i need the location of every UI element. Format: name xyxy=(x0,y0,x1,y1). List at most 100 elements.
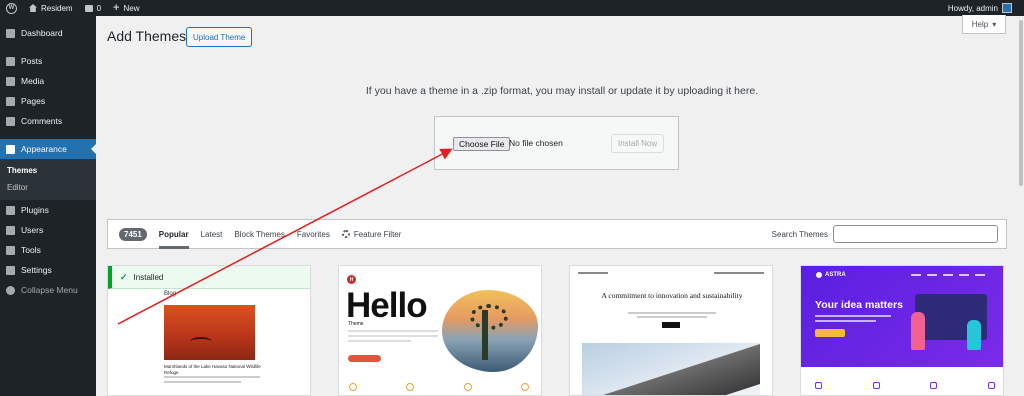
theme-count-badge: 7451 xyxy=(119,227,147,241)
new-content-link[interactable]: + New xyxy=(107,0,145,16)
theme-preview-text-lines xyxy=(815,315,891,325)
sidebar-item-pages[interactable]: Pages xyxy=(0,91,96,111)
theme-card-astra[interactable]: ASTRA Your idea matters xyxy=(800,265,1004,396)
theme-preview-hero: ASTRA Your idea matters xyxy=(801,266,1003,367)
upload-form: Choose File No file chosen Install Now xyxy=(434,116,679,170)
caret-down-icon: ▾ xyxy=(992,19,997,29)
sidebar-item-users[interactable]: Users xyxy=(0,220,96,240)
theme-preview-text-lines xyxy=(164,376,260,386)
comment-bubble-icon xyxy=(84,4,93,12)
install-now-button[interactable]: Install Now xyxy=(611,134,665,153)
comments-link[interactable]: 0 xyxy=(79,0,107,16)
scrollbar-thumb[interactable] xyxy=(1019,20,1023,186)
settings-icon xyxy=(6,265,15,275)
sidebar-item-label: Media xyxy=(21,76,45,86)
sidebar-item-posts[interactable]: Posts xyxy=(0,51,96,71)
sidebar-item-label: Settings xyxy=(21,265,52,275)
checkmark-icon: ✓ xyxy=(120,271,128,282)
sidebar-item-label: Pages xyxy=(21,96,46,106)
sidebar-item-label: Appearance xyxy=(21,144,67,154)
sidebar-item-label: Collapse Menu xyxy=(21,285,78,295)
sidebar-item-settings[interactable]: Settings xyxy=(0,260,96,280)
admin-sidebar: Dashboard Posts Media Pages Comments App… xyxy=(0,16,96,396)
theme-card-installed[interactable]: ✓ Installed Blog Marshlands of the Lake … xyxy=(107,265,311,396)
tab-favorites[interactable]: Favorites xyxy=(297,219,330,249)
sidebar-item-comments[interactable]: Comments xyxy=(0,111,96,131)
page-title: Add Themes xyxy=(107,28,187,44)
site-name-link[interactable]: Residem xyxy=(23,0,79,16)
theme-preview-illustration xyxy=(909,294,989,354)
users-icon xyxy=(6,225,15,235)
sidebar-item-label: Posts xyxy=(21,56,43,66)
theme-preview-cta xyxy=(815,329,845,337)
feature-filter-label: Feature Filter xyxy=(353,229,402,239)
theme-preview-blog-label: Blog xyxy=(164,291,177,297)
astra-logo: ASTRA xyxy=(816,272,846,278)
my-account[interactable]: Howdy, admin xyxy=(948,3,1024,13)
sidebar-item-label: Dashboard xyxy=(21,28,63,38)
site-name: Residem xyxy=(41,3,73,13)
pin-icon xyxy=(6,56,15,66)
help-label: Help xyxy=(971,19,989,29)
theme-preview-image xyxy=(582,343,760,395)
sidebar-item-dashboard[interactable]: Dashboard xyxy=(0,23,96,43)
search-themes-input[interactable] xyxy=(833,225,998,243)
sidebar-item-appearance[interactable]: Appearance xyxy=(0,139,96,159)
theme-card-twenty-twenty-four[interactable]: A commitment to innovation and sustainab… xyxy=(569,265,773,396)
sidebar-item-label: Users xyxy=(21,225,44,235)
wrench-icon xyxy=(6,245,15,255)
menu-separator xyxy=(0,131,96,139)
gear-icon xyxy=(341,230,350,238)
sidebar-item-label: Plugins xyxy=(21,205,49,215)
plugin-icon xyxy=(6,205,15,215)
tab-popular[interactable]: Popular xyxy=(158,219,189,249)
pages-icon xyxy=(6,96,15,106)
theme-preview-text-lines xyxy=(628,312,716,320)
theme-preview-caption: Marshlands of the Lake Havasu National W… xyxy=(164,364,261,375)
theme-preview-heading: A commitment to innovation and sustainab… xyxy=(601,291,743,300)
tab-latest[interactable]: Latest xyxy=(201,219,223,249)
appearance-submenu: Themes Editor xyxy=(0,159,96,200)
sidebar-item-tools[interactable]: Tools xyxy=(0,240,96,260)
theme-preview-title: Your idea matters xyxy=(815,299,903,311)
sidebar-item-media[interactable]: Media xyxy=(0,71,96,91)
theme-preview-button xyxy=(662,322,680,328)
submenu-item-themes[interactable]: Themes xyxy=(0,162,96,179)
upload-instructions: If you have a theme in a .zip format, yo… xyxy=(365,85,759,97)
theme-card-hello[interactable]: H Hello Theme xyxy=(338,265,542,396)
howdy-text: Howdy, admin xyxy=(947,3,998,13)
brush-icon xyxy=(6,144,15,154)
theme-preview-cta xyxy=(348,355,381,362)
theme-preview-title: Hello xyxy=(346,286,428,325)
theme-preview-icons xyxy=(349,383,529,391)
sidebar-item-label: Comments xyxy=(21,116,63,126)
installed-label: Installed xyxy=(133,272,164,282)
theme-preview-nav xyxy=(578,272,764,277)
plus-icon: + xyxy=(113,2,120,14)
theme-preview-image xyxy=(442,290,538,372)
theme-preview-subtitle: Theme xyxy=(348,321,364,327)
admin-bar: W Residem 0 + New Howdy, admin xyxy=(0,0,1024,16)
search-themes-label: Search Themes xyxy=(771,229,828,239)
collapse-menu-button[interactable]: Collapse Menu xyxy=(0,280,96,300)
feature-filter-button[interactable]: Feature Filter xyxy=(341,219,402,249)
hello-logo: H xyxy=(347,275,356,284)
help-tab-button[interactable]: Help ▾ xyxy=(962,15,1006,34)
theme-preview-nav xyxy=(911,274,985,276)
tab-block-themes[interactable]: Block Themes xyxy=(234,219,285,249)
avatar xyxy=(1002,3,1012,13)
theme-preview-icons xyxy=(815,382,995,389)
upload-theme-button[interactable]: Upload Theme xyxy=(186,27,253,47)
theme-preview-text-lines xyxy=(348,330,438,345)
collapse-icon xyxy=(6,285,15,295)
sidebar-item-plugins[interactable]: Plugins xyxy=(0,200,96,220)
theme-filter-bar: 7451 Popular Latest Block Themes Favorit… xyxy=(107,219,1007,249)
wp-logo-menu[interactable]: W xyxy=(0,0,23,16)
comments-icon xyxy=(6,116,15,126)
comment-count: 0 xyxy=(96,3,102,13)
file-status: No file chosen xyxy=(509,138,563,148)
choose-file-button[interactable]: Choose File xyxy=(453,137,511,151)
theme-preview-image xyxy=(164,305,255,360)
new-label: New xyxy=(123,3,140,13)
submenu-item-editor[interactable]: Editor xyxy=(0,179,96,196)
